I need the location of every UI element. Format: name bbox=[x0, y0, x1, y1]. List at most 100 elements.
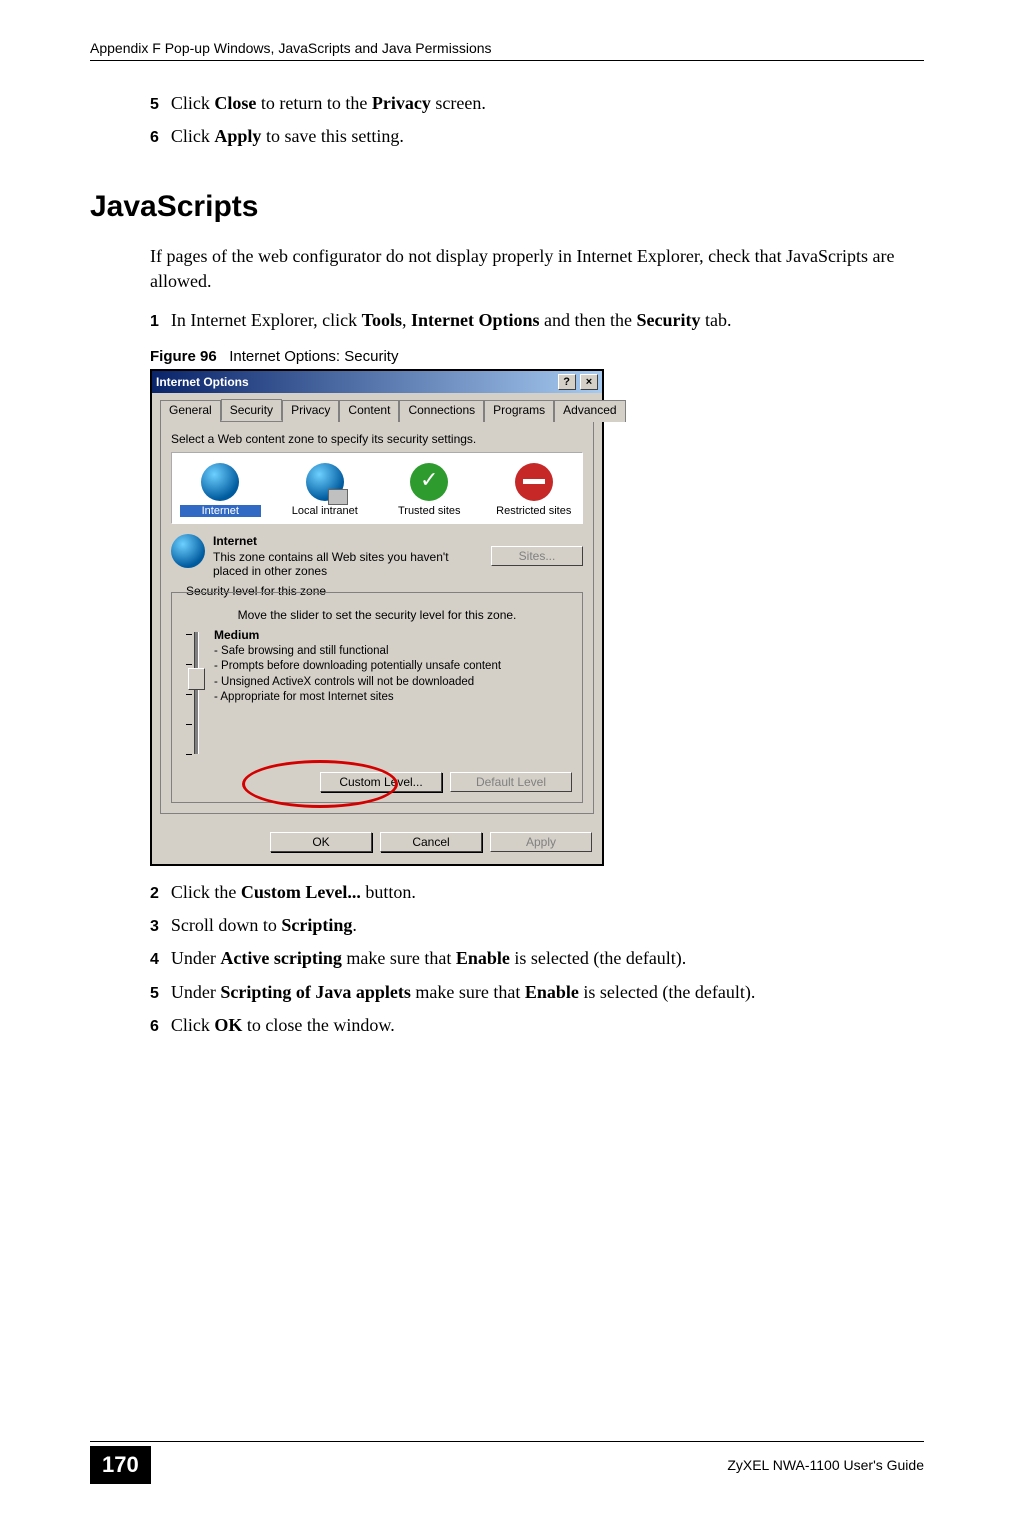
step-text: Under bbox=[171, 948, 220, 968]
step-bold-text: Scripting of Java applets bbox=[220, 982, 411, 1002]
step-text: tab. bbox=[700, 310, 731, 330]
ok-button[interactable]: OK bbox=[270, 832, 372, 852]
dialog-titlebar: Internet Options ? × bbox=[152, 371, 602, 393]
header-rule bbox=[90, 60, 924, 61]
step-bold-text: Close bbox=[214, 93, 256, 113]
step-text: to close the window. bbox=[242, 1015, 394, 1035]
apply-button[interactable]: Apply bbox=[490, 832, 592, 852]
step-text: to return to the bbox=[256, 93, 371, 113]
step-item: 3 Scroll down to Scripting. bbox=[150, 913, 924, 938]
intro-steps: 5 Click Close to return to the Privacy sc… bbox=[150, 91, 924, 150]
step-number: 6 bbox=[150, 1018, 159, 1035]
step-bold-text: Enable bbox=[525, 982, 579, 1002]
zone-label: Local intranet bbox=[285, 505, 366, 517]
zone-label: Internet bbox=[180, 505, 261, 517]
zone-local-intranet[interactable]: Local intranet bbox=[285, 463, 366, 517]
step-text: and then the bbox=[539, 310, 636, 330]
tab-programs[interactable]: Programs bbox=[484, 400, 554, 422]
bullet-line: - Appropriate for most Internet sites bbox=[214, 690, 572, 706]
step-bold-text: Enable bbox=[456, 948, 510, 968]
zone-detail-desc: This zone contains all Web sites you hav… bbox=[213, 550, 449, 578]
tabstrip: GeneralSecurityPrivacyContentConnections… bbox=[152, 393, 602, 421]
figure-label: Figure 96 bbox=[150, 348, 217, 365]
help-button[interactable]: ? bbox=[558, 374, 576, 390]
step-number: 2 bbox=[150, 885, 159, 902]
step-number: 5 bbox=[150, 96, 159, 113]
security-tab-panel: Select a Web content zone to specify its… bbox=[160, 421, 594, 814]
step-text: Scroll down to bbox=[171, 915, 282, 935]
zone-label: Restricted sites bbox=[494, 505, 575, 517]
security-slider[interactable] bbox=[184, 628, 206, 758]
step-item: 6Click Apply to save this setting. bbox=[150, 124, 924, 149]
step-item: 1In Internet Explorer, click Tools, Inte… bbox=[150, 308, 924, 333]
step-text: make sure that bbox=[342, 948, 456, 968]
close-button[interactable]: × bbox=[580, 374, 598, 390]
page-number: 170 bbox=[90, 1446, 151, 1484]
titlebar-buttons: ? × bbox=[557, 374, 598, 390]
step-item: 4Under Active scripting make sure that E… bbox=[150, 946, 924, 971]
tab-privacy[interactable]: Privacy bbox=[282, 400, 339, 422]
step-bold-text: Internet Options bbox=[411, 310, 540, 330]
zone-description: Internet This zone contains all Web site… bbox=[171, 534, 583, 578]
step-text: Click bbox=[171, 93, 215, 113]
zone-icon bbox=[410, 463, 448, 501]
step-bold-text: Security bbox=[636, 310, 700, 330]
guide-title: ZyXEL NWA-1100 User's Guide bbox=[727, 1457, 924, 1473]
zone-detail-title: Internet bbox=[213, 534, 483, 548]
step-text: to save this setting. bbox=[261, 126, 404, 146]
tab-advanced[interactable]: Advanced bbox=[554, 400, 625, 422]
step-text: In Internet Explorer, click bbox=[171, 310, 362, 330]
tab-connections[interactable]: Connections bbox=[399, 400, 484, 422]
custom-level-button[interactable]: Custom Level... bbox=[320, 772, 442, 792]
prefigure-step: 1In Internet Explorer, click Tools, Inte… bbox=[150, 308, 924, 333]
step-item: 6 Click OK to close the window. bbox=[150, 1013, 924, 1038]
security-level-group: Move the slider to set the security leve… bbox=[171, 592, 583, 803]
bullet-line: - Unsigned ActiveX controls will not be … bbox=[214, 675, 572, 691]
zone-icon bbox=[515, 463, 553, 501]
step-text: Click bbox=[171, 1015, 215, 1035]
zone-icon bbox=[306, 463, 344, 501]
step-text: make sure that bbox=[411, 982, 525, 1002]
step-number: 4 bbox=[150, 951, 159, 968]
page-footer: 170 ZyXEL NWA-1100 User's Guide bbox=[90, 1441, 924, 1484]
section-intro: If pages of the web configurator do not … bbox=[150, 244, 924, 294]
step-bold-text: Apply bbox=[214, 126, 261, 146]
step-text: Under bbox=[171, 982, 220, 1002]
slider-hint: Move the slider to set the security leve… bbox=[182, 608, 572, 622]
security-level-bullets: - Safe browsing and still functional- Pr… bbox=[214, 644, 572, 706]
step-text: is selected (the default). bbox=[579, 982, 755, 1002]
figure-caption: Figure 96 Internet Options: Security bbox=[150, 348, 924, 365]
step-text: , bbox=[402, 310, 411, 330]
globe-icon bbox=[171, 534, 205, 568]
zone-internet[interactable]: Internet bbox=[180, 463, 261, 517]
bullet-line: - Safe browsing and still functional bbox=[214, 644, 572, 660]
zone-instruction: Select a Web content zone to specify its… bbox=[171, 432, 583, 446]
step-number: 5 bbox=[150, 985, 159, 1002]
zone-icon bbox=[201, 463, 239, 501]
step-bold-text: OK bbox=[214, 1015, 242, 1035]
bullet-line: - Prompts before downloading potentially… bbox=[214, 659, 572, 675]
cancel-button[interactable]: Cancel bbox=[380, 832, 482, 852]
zone-trusted-sites[interactable]: Trusted sites bbox=[389, 463, 470, 517]
step-number: 6 bbox=[150, 129, 159, 146]
section-heading: JavaScripts bbox=[90, 190, 924, 224]
step-number: 3 bbox=[150, 918, 159, 935]
step-bold-text: Scripting bbox=[281, 915, 352, 935]
step-text: . bbox=[352, 915, 357, 935]
default-level-button[interactable]: Default Level bbox=[450, 772, 572, 792]
step-text: button. bbox=[361, 882, 416, 902]
step-text: is selected (the default). bbox=[510, 948, 686, 968]
zone-restricted-sites[interactable]: Restricted sites bbox=[494, 463, 575, 517]
step-item: 5 Under Scripting of Java applets make su… bbox=[150, 980, 924, 1005]
step-text: screen. bbox=[431, 93, 486, 113]
security-level-name: Medium bbox=[214, 628, 572, 642]
tab-security[interactable]: Security bbox=[221, 399, 282, 421]
tab-content[interactable]: Content bbox=[339, 400, 399, 422]
post-steps: 2Click the Custom Level... button.3Scrol… bbox=[150, 880, 924, 1039]
sites-button[interactable]: Sites... bbox=[491, 546, 583, 566]
step-bold-text: Privacy bbox=[372, 93, 431, 113]
tab-general[interactable]: General bbox=[160, 400, 221, 422]
figure-caption-text: Internet Options: Security bbox=[229, 348, 398, 365]
step-bold-text: Tools bbox=[362, 310, 402, 330]
running-header: Appendix F Pop-up Windows, JavaScripts a… bbox=[90, 40, 924, 56]
